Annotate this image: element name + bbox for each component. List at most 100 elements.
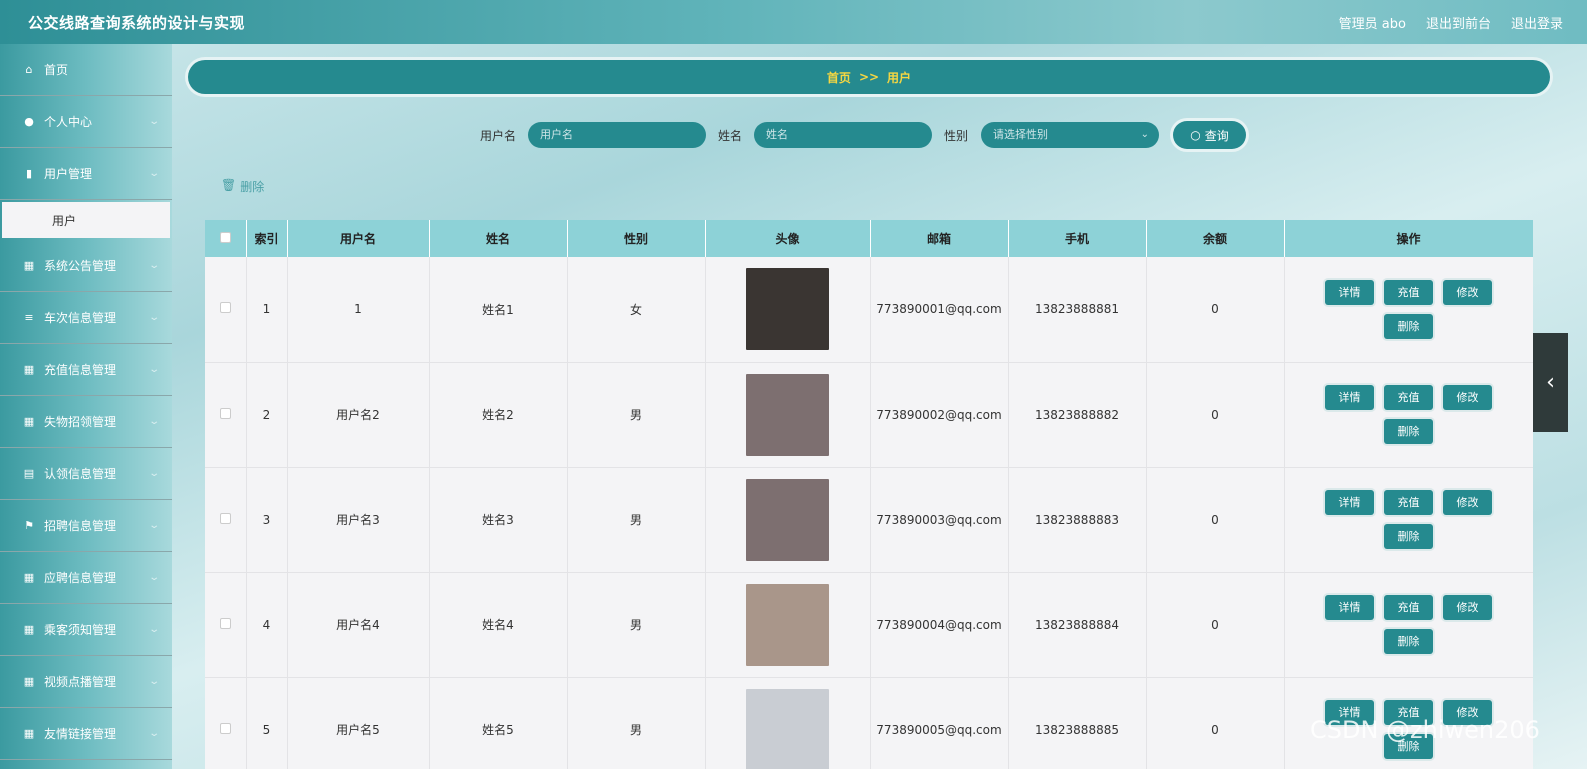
grid-icon: ▦ — [23, 571, 35, 584]
edit-button[interactable]: 修改 — [1443, 385, 1492, 410]
row-checkbox[interactable] — [219, 302, 231, 314]
phone-cell: 13823888881 — [1008, 257, 1147, 363]
sidebar-item-2[interactable]: ▮ 用户管理 ⌄ — [0, 148, 172, 200]
recharge-button[interactable]: 充值 — [1384, 279, 1433, 305]
select-all-checkbox[interactable] — [219, 231, 231, 243]
chevron-down-icon: ⌄ — [147, 676, 160, 687]
name-cell: 姓名2 — [429, 362, 568, 468]
recharge-button[interactable]: 充值 — [1384, 490, 1433, 515]
balance-cell: 0 — [1146, 362, 1285, 468]
row-checkbox[interactable] — [219, 722, 231, 734]
detail-button[interactable]: 详情 — [1325, 279, 1374, 305]
list-icon: ≡ — [24, 311, 34, 324]
trash-icon: 🗑 — [221, 178, 237, 192]
avatar[interactable] — [746, 373, 829, 456]
detail-button[interactable]: 详情 — [1325, 595, 1374, 620]
row-select-cell — [205, 362, 247, 468]
edit-button[interactable]: 修改 — [1443, 595, 1492, 620]
collapse-panel-tab[interactable]: ‹ — [1533, 333, 1568, 432]
row-select-cell — [205, 572, 247, 678]
column-header-phone: 手机 — [1008, 220, 1147, 257]
query-button[interactable]: ○ 查询 — [1173, 121, 1246, 149]
recharge-button[interactable]: 充值 — [1384, 385, 1433, 410]
query-button-label: 查询 — [1204, 128, 1229, 143]
name-cell: 姓名1 — [429, 257, 568, 363]
gender-cell: 男 — [567, 467, 706, 573]
row-checkbox[interactable] — [219, 407, 231, 419]
row-select-cell — [205, 467, 247, 573]
sidebar-item-3[interactable]: ▦ 系统公告管理 ⌄ — [0, 240, 172, 292]
column-header-name: 姓名 — [429, 220, 568, 257]
app-title: 公交线路查询系统的设计与实现 — [28, 13, 246, 32]
chevron-down-icon: ⌄ — [147, 416, 160, 427]
sidebar-item-0[interactable]: ⌂ 首页 — [0, 44, 172, 96]
table-icon: ▦ — [23, 415, 35, 428]
delete-button[interactable]: 删除 — [1384, 419, 1433, 444]
sidebar-item-8[interactable]: ⚑ 招聘信息管理 ⌄ — [0, 500, 172, 552]
sidebar-item-4[interactable]: ≡ 车次信息管理 ⌄ — [0, 292, 172, 344]
username-cell: 1 — [287, 257, 430, 363]
sidebar-item-label: 充值信息管理 — [44, 363, 117, 377]
delete-button[interactable]: 删除 — [1384, 313, 1433, 339]
detail-button[interactable]: 详情 — [1325, 490, 1374, 515]
actions-cell: 详情 充值 修改 删除 — [1284, 257, 1533, 363]
gender-cell: 男 — [567, 572, 706, 678]
row-actions: 详情 充值 修改 删除 — [1319, 279, 1499, 339]
index-cell: 2 — [246, 362, 288, 468]
search-form: 用户名 用户名 姓名 姓名 性别 请选择性别 ⌄ — [0, 122, 1587, 148]
breadcrumb-home[interactable]: 首页 — [827, 69, 851, 86]
avatar-cell — [705, 677, 871, 769]
username-cell: 用户名4 — [287, 572, 430, 678]
detail-button[interactable]: 详情 — [1325, 385, 1374, 410]
sidebar-item-9[interactable]: ▦ 应聘信息管理 ⌄ — [0, 552, 172, 604]
index-cell: 4 — [246, 572, 288, 678]
edit-button[interactable]: 修改 — [1443, 279, 1492, 305]
index-cell: 3 — [246, 467, 288, 573]
username-cell: 用户名5 — [287, 677, 430, 769]
table-row: 4 用户名4 姓名4 男 773890004@qq.com 13823888884 0 详情充… — [205, 572, 1533, 678]
email-cell: 773890004@qq.com — [870, 572, 1009, 678]
row-select-cell — [205, 677, 247, 769]
sidebar-item-10[interactable]: ▦ 乘客须知管理 ⌄ — [0, 604, 172, 656]
column-header-actions: 操作 — [1284, 220, 1533, 257]
email-cell: 773890005@qq.com — [870, 677, 1009, 769]
gender-label: 性别 — [944, 129, 969, 143]
avatar[interactable] — [746, 583, 829, 666]
avatar[interactable] — [746, 268, 829, 351]
recharge-button[interactable]: 充值 — [1384, 595, 1433, 620]
sidebar-item-5[interactable]: ▦ 充值信息管理 ⌄ — [0, 344, 172, 396]
delete-button[interactable]: 删除 — [1384, 629, 1433, 654]
sidebar-subitem-user[interactable]: 用户 — [2, 202, 170, 238]
edit-button[interactable]: 修改 — [1443, 490, 1492, 515]
sidebar-item-7[interactable]: ▤ 认领信息管理 ⌄ — [0, 448, 172, 500]
chevron-down-icon: ⌄ — [147, 168, 160, 179]
grid-icon: ▦ — [23, 259, 35, 272]
sidebar-item-11[interactable]: ▦ 视频点播管理 ⌄ — [0, 656, 172, 708]
phone-cell: 13823888883 — [1008, 467, 1147, 573]
grid-icon: ▦ — [23, 727, 35, 740]
row-checkbox[interactable] — [219, 512, 231, 524]
avatar[interactable] — [746, 688, 829, 769]
sidebar-item-label: 招聘信息管理 — [44, 519, 117, 533]
row-checkbox[interactable] — [219, 617, 231, 629]
column-header-index: 索引 — [246, 220, 288, 257]
name-input[interactable]: 姓名 — [754, 122, 932, 148]
username-input[interactable]: 用户名 — [528, 122, 706, 148]
watermark: CSDN @zhiwen206 — [1310, 716, 1540, 744]
back-to-front-link[interactable]: 退出到前台 — [1426, 13, 1491, 32]
gender-select[interactable]: 请选择性别 ⌄ — [981, 122, 1159, 148]
sidebar-item-6[interactable]: ▦ 失物招领管理 ⌄ — [0, 396, 172, 448]
chevron-down-icon: ⌄ — [147, 572, 160, 583]
table-icon: ▦ — [23, 363, 35, 376]
sidebar-item-12[interactable]: ▦ 友情链接管理 ⌄ — [0, 708, 172, 760]
sidebar-item-label: 视频点播管理 — [44, 675, 117, 689]
logout-link[interactable]: 退出登录 — [1511, 13, 1563, 32]
avatar[interactable] — [746, 478, 829, 561]
delete-button[interactable]: 删除 — [1384, 524, 1433, 549]
admin-user-link[interactable]: 管理员 abo — [1339, 13, 1406, 32]
chevron-down-icon: ⌄ — [147, 364, 160, 375]
username-cell: 用户名3 — [287, 467, 430, 573]
batch-delete-button[interactable]: 🗑 删除 — [221, 178, 264, 195]
table-row: 2 用户名2 姓名2 男 773890002@qq.com 13823888882 0 详情充… — [205, 362, 1533, 468]
breadcrumb: 首页 >> 用户 — [188, 60, 1550, 94]
